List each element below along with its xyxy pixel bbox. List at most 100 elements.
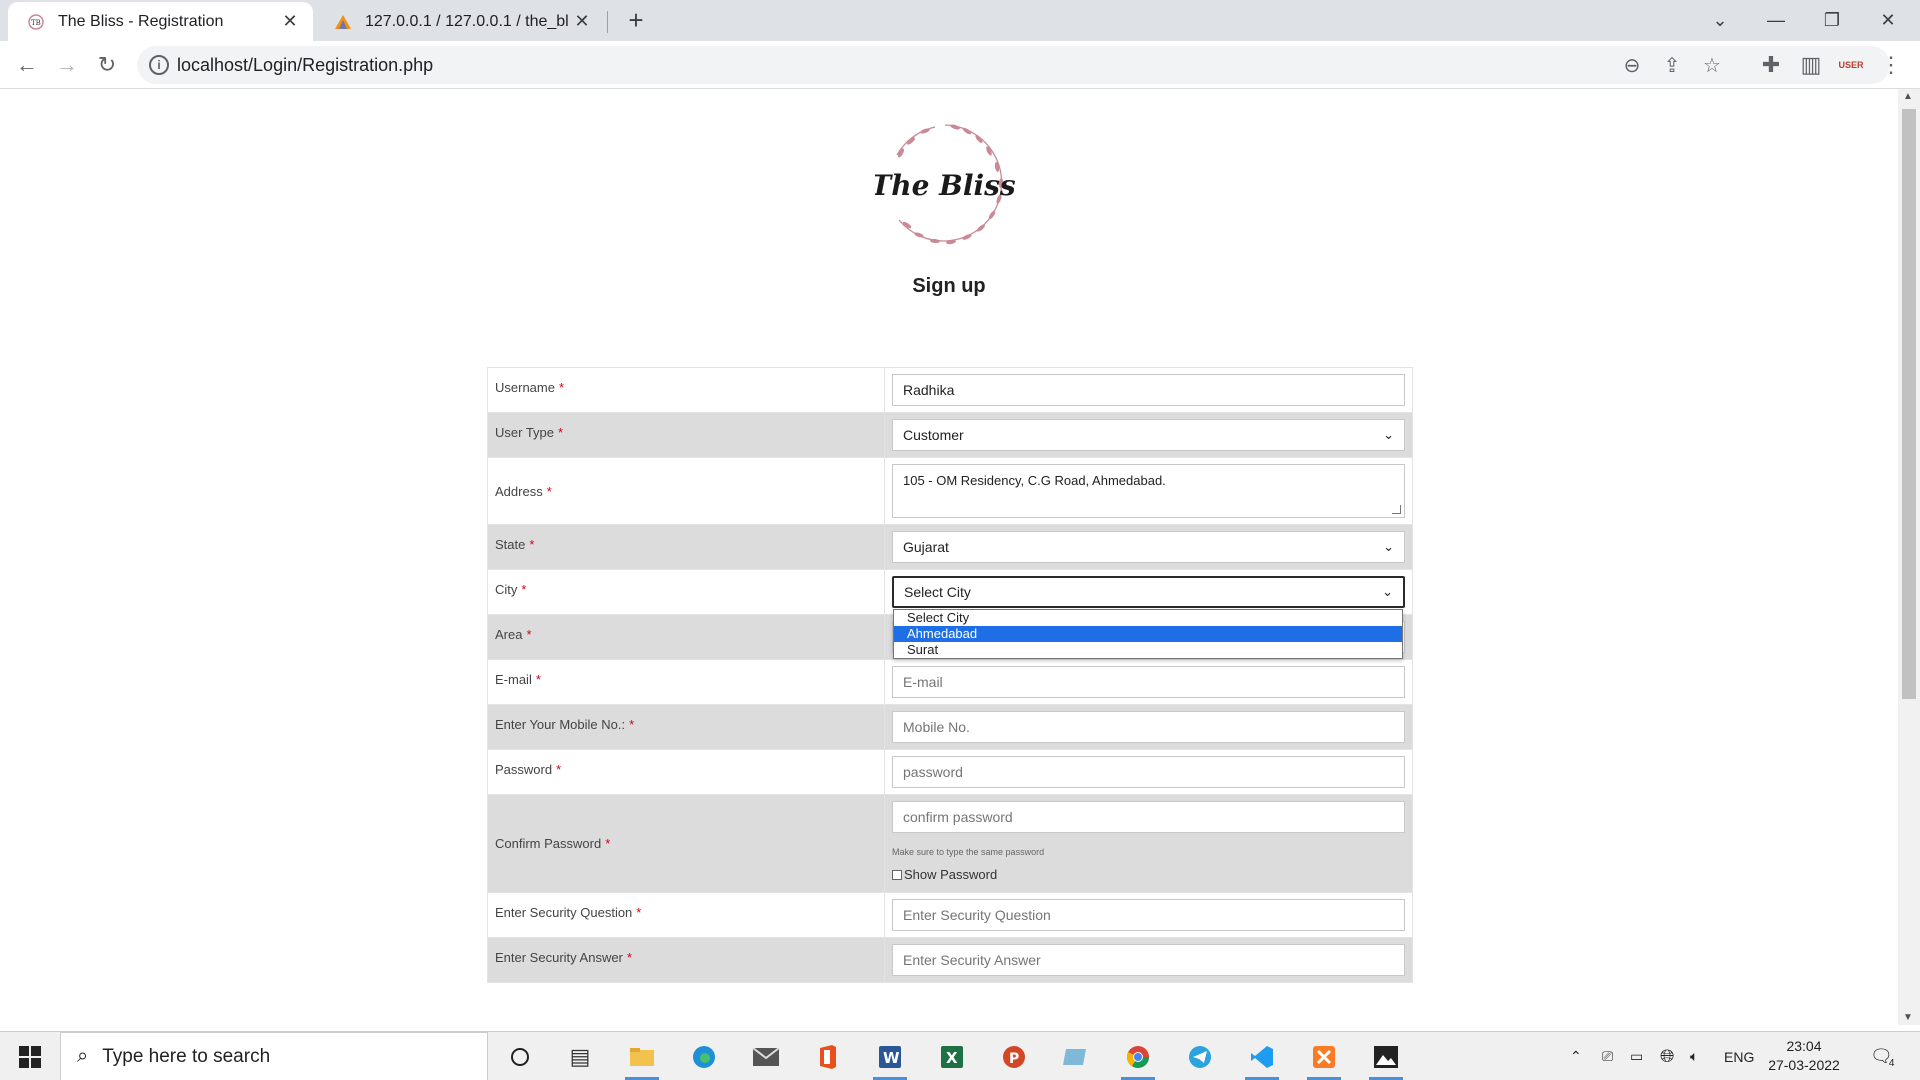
user-type-label: User Type *	[488, 413, 885, 457]
url-text[interactable]: localhost/Login/Registration.php	[177, 55, 433, 76]
registration-form: Username * Radhika User Type * Customer ⌄ A…	[487, 367, 1413, 983]
row-confirm-password: Confirm Password * confirm password Make …	[488, 795, 1412, 893]
tab-registration[interactable]: TB The Bliss - Registration ✕	[8, 2, 313, 41]
taskbar-search-box[interactable]: ⌕ Type here to search	[60, 1032, 488, 1080]
city-option-ahmedabad[interactable]: Ahmedabad	[894, 626, 1402, 642]
network-globe-icon[interactable]: 🌐︎	[1660, 1032, 1674, 1080]
zoom-icon[interactable]: ⊖	[1617, 50, 1647, 80]
chevron-down-icon: ⌄	[1383, 539, 1394, 554]
photos-icon[interactable]	[1365, 1038, 1407, 1080]
browser-toolbar: ← → ↻ i localhost/Login/Registration.php…	[0, 41, 1920, 89]
restore-button[interactable]: ❐	[1804, 0, 1860, 41]
tab-separator	[607, 11, 608, 33]
tab-phpmyadmin[interactable]: 127.0.0.1 / 127.0.0.1 / the_bliss / t ✕	[315, 2, 605, 41]
security-question-field[interactable]: Enter Security Question	[892, 899, 1405, 931]
tab-search-chevron-icon[interactable]: ⌄	[1692, 0, 1748, 41]
file-explorer-icon[interactable]	[621, 1038, 663, 1080]
city-label: City *	[488, 570, 885, 614]
word-icon[interactable]: W	[869, 1038, 911, 1080]
row-address: Address * 105 - OM Residency, C.G Road, A…	[488, 458, 1412, 525]
close-tab-icon[interactable]: ✕	[569, 9, 595, 35]
row-security-question: Enter Security Question * Enter Security …	[488, 893, 1412, 938]
tab-title: 127.0.0.1 / 127.0.0.1 / the_bliss / t	[365, 12, 569, 30]
side-panel-icon[interactable]: ▥	[1796, 50, 1826, 80]
tab-title: The Bliss - Registration	[58, 12, 224, 30]
clock-date: 27-03-2022	[1768, 1057, 1840, 1073]
scroll-down-arrow-icon[interactable]: ▼	[1903, 1012, 1913, 1023]
mail-icon[interactable]	[745, 1038, 787, 1076]
username-input[interactable]: Radhika	[892, 374, 1405, 406]
volume-icon[interactable]: 🔈︎	[1690, 1032, 1698, 1080]
close-window-button[interactable]: ✕	[1860, 0, 1916, 41]
confirm-password-field[interactable]: confirm password	[892, 801, 1405, 833]
back-arrow-icon[interactable]: ←	[12, 50, 42, 80]
svg-text:P: P	[1009, 1051, 1019, 1067]
city-option-select[interactable]: Select City	[894, 610, 1402, 626]
page-title: Sign up	[912, 275, 986, 297]
excel-icon[interactable]: X	[931, 1038, 973, 1076]
cortana-icon[interactable]	[499, 1038, 541, 1076]
mobile-field[interactable]: Mobile No.	[892, 711, 1405, 743]
username-label: Username *	[488, 368, 885, 412]
svg-text:W: W	[883, 1049, 900, 1067]
password-label: Password *	[488, 750, 885, 794]
notepad-icon[interactable]	[1055, 1038, 1097, 1076]
scrollbar-thumb[interactable]	[1902, 109, 1916, 699]
vertical-scrollbar[interactable]: ▲ ▼	[1898, 89, 1920, 1025]
site-info-icon[interactable]: i	[149, 55, 169, 75]
password-field[interactable]: password	[892, 756, 1405, 788]
forward-arrow-icon[interactable]: →	[52, 50, 82, 80]
row-mobile: Enter Your Mobile No.: * Mobile No.	[488, 705, 1412, 750]
row-user-type: User Type * Customer ⌄	[488, 413, 1412, 458]
office-icon[interactable]	[807, 1038, 849, 1076]
chevron-down-icon: ⌄	[1382, 584, 1393, 599]
battery-icon[interactable]: ▭	[1630, 1032, 1643, 1080]
close-tab-icon[interactable]: ✕	[277, 9, 303, 35]
reload-icon[interactable]: ↻	[92, 50, 122, 80]
scroll-up-arrow-icon[interactable]: ▲	[1903, 91, 1913, 102]
user-type-select[interactable]: Customer ⌄	[892, 419, 1405, 451]
taskbar-clock[interactable]: 23:04 27-03-2022	[1748, 1037, 1860, 1075]
security-answer-field[interactable]: Enter Security Answer	[892, 944, 1405, 976]
windows-taskbar: ⌕ Type here to search ▤ W X P ⌃ ⎚ ▭ 🌐︎ 🔈…	[0, 1031, 1920, 1080]
show-password-toggle[interactable]: Show Password	[892, 867, 1405, 882]
address-bar[interactable]: i localhost/Login/Registration.php ⊖ ⇪ ☆	[137, 46, 1890, 84]
show-password-checkbox[interactable]	[892, 869, 902, 880]
edge-browser-icon[interactable]	[683, 1038, 725, 1076]
search-icon: ⌕	[77, 1045, 89, 1067]
taskbar-search-placeholder: Type here to search	[102, 1045, 271, 1067]
task-view-icon[interactable]: ▤	[559, 1038, 601, 1076]
svg-text:TB: TB	[31, 19, 41, 27]
resize-grip-icon[interactable]	[1392, 505, 1401, 514]
powerpoint-icon[interactable]: P	[993, 1038, 1035, 1076]
chrome-icon[interactable]	[1117, 1038, 1159, 1080]
share-icon[interactable]: ⇪	[1657, 50, 1687, 80]
vscode-icon[interactable]	[1241, 1038, 1283, 1080]
city-option-surat[interactable]: Surat	[894, 642, 1402, 658]
new-tab-button[interactable]: +	[622, 5, 650, 35]
telegram-icon[interactable]	[1179, 1038, 1221, 1076]
mobile-label: Enter Your Mobile No.: *	[488, 705, 885, 749]
xampp-icon[interactable]	[1303, 1038, 1345, 1080]
profile-avatar[interactable]: USER	[1836, 50, 1866, 80]
email-field[interactable]: E-mail	[892, 666, 1405, 698]
address-textarea[interactable]: 105 - OM Residency, C.G Road, Ahmedabad.	[892, 464, 1405, 518]
notification-count-badge: 4	[1888, 1058, 1895, 1069]
bookmark-star-icon[interactable]: ☆	[1697, 50, 1727, 80]
city-select[interactable]: Select City ⌄	[892, 576, 1405, 608]
state-select[interactable]: Gujarat ⌄	[892, 531, 1405, 563]
chevron-down-icon: ⌄	[1383, 427, 1394, 442]
extensions-puzzle-icon[interactable]: ✚	[1756, 50, 1786, 80]
bliss-favicon-icon: TB	[26, 12, 46, 32]
notification-center-icon[interactable]: 🗨︎ 4	[1870, 1032, 1894, 1080]
row-state: State * Gujarat ⌄	[488, 525, 1412, 570]
meet-now-icon[interactable]: ⎚	[1602, 1032, 1613, 1080]
browser-tab-strip: TB The Bliss - Registration ✕ 127.0.0.1 …	[0, 0, 1920, 41]
windows-start-icon[interactable]	[0, 1032, 60, 1080]
menu-kebab-icon[interactable]: ⋮	[1876, 50, 1906, 80]
show-hidden-icons-chevron-icon[interactable]: ⌃	[1570, 1032, 1582, 1080]
state-label: State *	[488, 525, 885, 569]
security-question-label: Enter Security Question *	[488, 893, 885, 937]
logo-text: The Bliss	[875, 169, 1015, 202]
minimize-button[interactable]: —	[1748, 0, 1804, 41]
